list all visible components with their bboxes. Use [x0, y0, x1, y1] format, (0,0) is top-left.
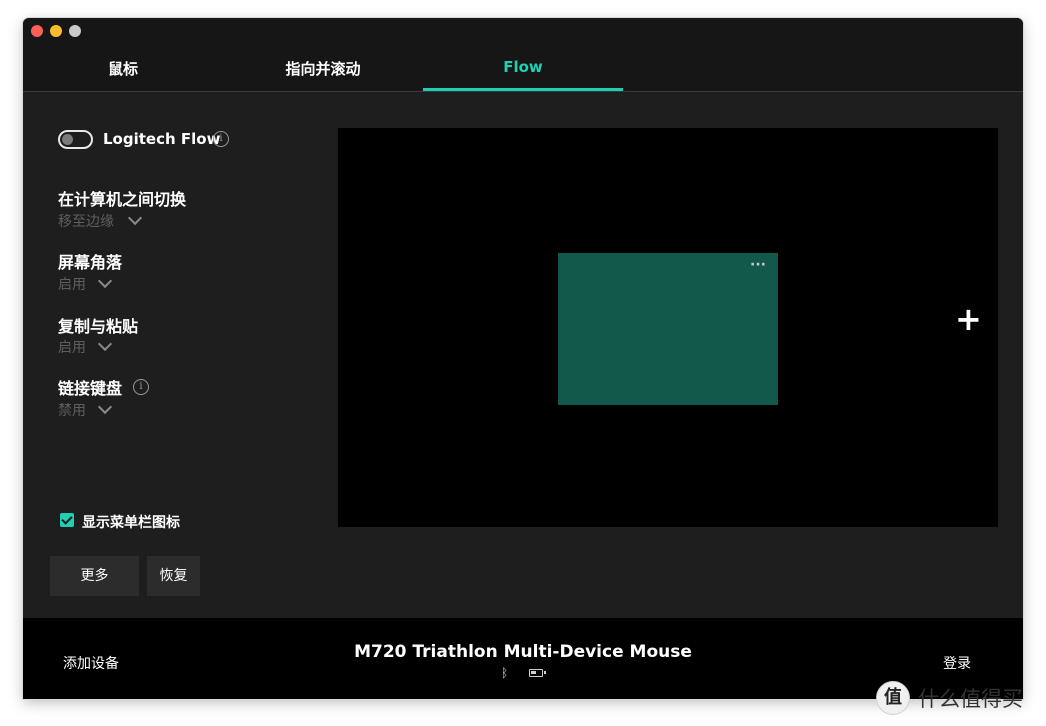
chevron-down-icon[interactable]	[97, 399, 113, 415]
show-menubar-icon-label: 显示菜单栏图标	[82, 515, 180, 531]
watermark-text: 什么值得买	[918, 687, 1023, 711]
login-button[interactable]: 登录	[943, 653, 971, 673]
device-name: M720 Triathlon Multi-Device Mouse	[354, 642, 692, 662]
switch-computers-title: 在计算机之间切换	[58, 190, 187, 209]
bluetooth-icon: ᛒ	[501, 666, 509, 680]
restore-button[interactable]: 恢复	[147, 556, 200, 596]
copy-paste-title: 复制与粘贴	[58, 317, 139, 336]
flow-computer-canvas[interactable]: ··· +	[338, 128, 998, 527]
watermark-logo: 值	[876, 681, 910, 715]
tab-flow[interactable]: Flow	[423, 58, 623, 92]
copy-paste-value[interactable]: 启用	[58, 337, 86, 357]
toggle-knob	[62, 134, 73, 145]
chevron-down-icon[interactable]	[127, 210, 143, 226]
screen-corners-title: 屏幕角落	[58, 253, 123, 272]
logitech-flow-label: Logitech Flow	[103, 130, 221, 148]
switch-computers-value[interactable]: 移至边缘	[58, 211, 114, 231]
info-icon[interactable]: i	[133, 379, 149, 395]
info-icon[interactable]: i	[213, 131, 229, 147]
close-window-button[interactable]	[31, 25, 43, 37]
chevron-down-icon[interactable]	[97, 273, 113, 289]
watermark: 值 什么值得买	[876, 680, 1023, 716]
footer-bar: 添加设备 M720 Triathlon Multi-Device Mouse ᛒ…	[23, 618, 1023, 699]
more-options-icon[interactable]: ···	[750, 257, 766, 273]
title-bar: 鼠标 指向并滚动 Flow	[23, 18, 1023, 92]
battery-level	[531, 671, 537, 674]
minimize-window-button[interactable]	[50, 25, 62, 37]
chevron-down-icon[interactable]	[97, 336, 113, 352]
battery-icon	[529, 669, 546, 677]
tab-mouse[interactable]: 鼠标	[23, 58, 223, 92]
computer-screen-tile[interactable]: ···	[558, 253, 778, 405]
show-menubar-icon-checkbox[interactable]	[60, 513, 74, 527]
zoom-window-button[interactable]	[69, 25, 81, 37]
more-button[interactable]: 更多	[50, 556, 139, 596]
link-keyboards-title: 链接键盘	[58, 379, 123, 398]
screen-corners-value[interactable]: 启用	[58, 274, 86, 294]
logitech-flow-toggle[interactable]	[58, 130, 93, 149]
link-keyboards-value[interactable]: 禁用	[58, 400, 86, 420]
active-tab-indicator	[423, 88, 623, 91]
add-computer-icon[interactable]: +	[955, 303, 982, 335]
tab-point-and-scroll[interactable]: 指向并滚动	[223, 58, 423, 92]
logi-options-window: 鼠标 指向并滚动 Flow Logitech Flow i 在计算机之间切换 移…	[23, 18, 1023, 699]
